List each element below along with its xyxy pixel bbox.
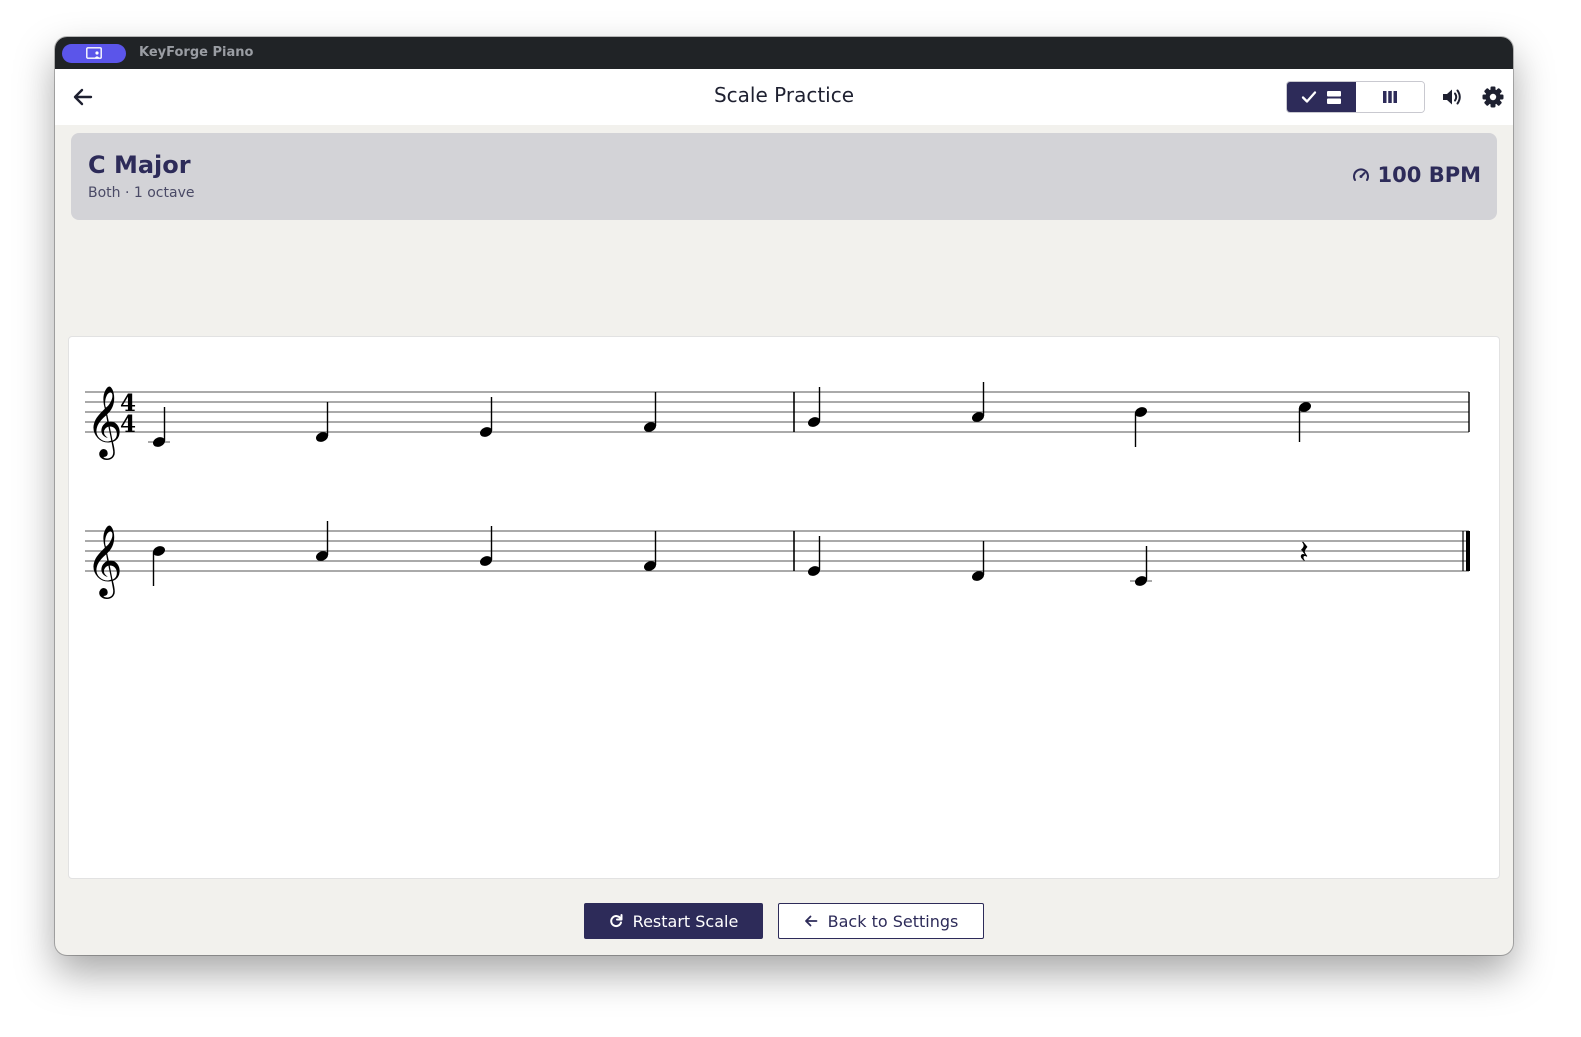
app-window: KeyForge Piano Scale Practice C Major Bo… [55, 37, 1513, 955]
scale-details: Both · 1 octave [88, 185, 195, 201]
sheet-music: 𝄞 4 4 𝄞 𝄽 [68, 336, 1500, 879]
refresh-icon [609, 914, 623, 927]
view-toggle [1286, 81, 1425, 113]
treble-clef: 𝄞 [86, 384, 123, 460]
top-bar: Scale Practice [55, 69, 1513, 125]
app-title: KeyForge Piano [139, 45, 254, 60]
arrow-left-icon [804, 915, 818, 927]
back-label: Back to Settings [827, 911, 959, 931]
staff-view-button[interactable] [1287, 82, 1356, 112]
treble-clef: 𝄞 [86, 523, 123, 599]
launcher-button[interactable] [62, 44, 126, 63]
final-barline-thick [1466, 531, 1470, 571]
back-to-settings-button[interactable]: Back to Settings [778, 903, 984, 939]
speaker-icon[interactable] [1441, 86, 1463, 108]
window-titlebar: KeyForge Piano [55, 37, 1513, 69]
stacked-view-icon [1327, 90, 1342, 104]
gear-icon[interactable] [1482, 86, 1504, 108]
gauge-icon [1352, 168, 1369, 181]
restart-label: Restart Scale [632, 911, 739, 931]
scale-name: C Major [88, 151, 191, 179]
scale-info-card: C Major Both · 1 octave 100 BPM [71, 133, 1497, 220]
tempo-value: 100 BPM [1377, 163, 1481, 187]
piano-keys-icon [1382, 91, 1397, 103]
tempo-display: 100 BPM [1352, 163, 1481, 187]
score-svg: 𝄞44𝄞 𝄽 [85, 382, 1470, 599]
person-screen-icon [86, 47, 102, 59]
restart-scale-button[interactable]: Restart Scale [584, 903, 763, 939]
keyboard-view-button[interactable] [1355, 82, 1424, 112]
check-icon [1302, 91, 1317, 103]
quarter-rest: 𝄽 [1299, 533, 1309, 571]
time-signature-denominator: 4 [120, 411, 136, 438]
